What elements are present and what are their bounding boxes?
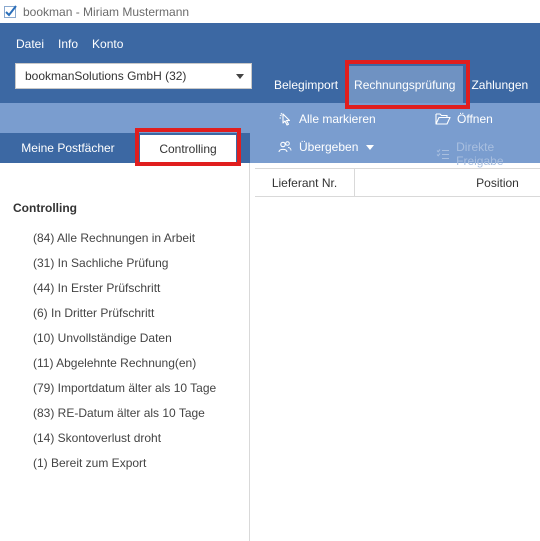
folder-item-alle-rechnungen[interactable]: (84) Alle Rechnungen in Arbeit [33,230,216,255]
direct-release-button[interactable]: Direkte Freigabe [435,140,540,168]
select-all-button[interactable]: Alle markieren [277,112,376,126]
folder-open-icon [435,112,451,126]
menu-datei[interactable]: Datei [16,37,44,51]
tab-meine-postfaecher-label: Meine Postfächer [21,141,115,155]
main-tabs: Belegimport Rechnungsprüfung Zahlungen [266,66,536,103]
column-header-lieferant[interactable]: Lieferant Nr. [255,169,355,196]
menu-bar: Datei Info Konto [16,37,137,51]
checklist-icon [435,147,450,161]
grid-header: Lieferant Nr. Position [255,168,540,197]
open-label: Öffnen [457,112,493,126]
invoice-grid: Lieferant Nr. Position [255,168,540,541]
title-bar: bookman - Miriam Mustermann [0,0,540,23]
tab-belegimport-label: Belegimport [274,77,339,92]
tab-belegimport[interactable]: Belegimport [266,66,346,103]
column-header-lieferant-label: Lieferant Nr. [271,175,338,190]
company-dropdown-value: bookmanSolutions GmbH (32) [25,69,187,83]
direct-release-label: Direkte Freigabe [456,140,504,168]
column-header-position-label: Position [476,175,519,190]
chevron-down-icon [366,144,375,150]
folder-item-sachliche-pruefung[interactable]: (31) In Sachliche Prüfung [33,255,216,280]
open-button[interactable]: Öffnen [435,112,493,126]
bookman-app-window: bookman - Miriam Mustermann Datei Info K… [0,0,540,541]
left-panel-tabs: Meine Postfächer Controlling [0,133,250,163]
window-title: bookman - Miriam Mustermann [23,4,190,19]
app-header: Datei Info Konto bookmanSolutions GmbH (… [0,23,540,103]
checkmark-logo-icon [4,5,17,18]
tab-rechnungspruefung-label: Rechnungsprüfung [354,77,456,92]
handover-button[interactable]: Übergeben [277,140,375,154]
controlling-folder-list: (84) Alle Rechnungen in Arbeit (31) In S… [33,230,216,480]
menu-konto[interactable]: Konto [92,37,123,51]
folder-item-re-datum[interactable]: (83) RE-Datum älter als 10 Tage [33,405,216,430]
folder-item-dritter-pruefschritt[interactable]: (6) In Dritter Prüfschritt [33,305,216,330]
tab-zahlungen-label: Zahlungen [471,77,529,92]
users-icon [277,140,293,154]
chevron-down-icon [236,73,244,79]
folder-item-unvollstaendige-daten[interactable]: (10) Unvollständige Daten [33,330,216,355]
handover-label: Übergeben [299,140,359,154]
folder-item-importdatum[interactable]: (79) Importdatum älter als 10 Tage [33,380,216,405]
tab-controlling-label: Controlling [159,142,217,156]
folder-item-abgelehnte-rechnungen[interactable]: (11) Abgelehnte Rechnung(en) [33,355,216,380]
folder-item-erster-pruefschritt[interactable]: (44) In Erster Prüfschritt [33,280,216,305]
folder-item-skontoverlust[interactable]: (14) Skontoverlust droht [33,430,216,455]
column-header-position[interactable]: Position [355,169,540,196]
menu-info[interactable]: Info [58,37,78,51]
tab-zahlungen[interactable]: Zahlungen [463,66,536,103]
panel-heading: Controlling [13,201,77,215]
tab-rechnungspruefung[interactable]: Rechnungsprüfung [346,66,464,103]
controlling-panel: Controlling (84) Alle Rechnungen in Arbe… [0,163,250,541]
cursor-click-icon [277,112,293,126]
tab-controlling[interactable]: Controlling [140,135,236,163]
folder-item-bereit-zum-export[interactable]: (1) Bereit zum Export [33,455,216,480]
company-dropdown[interactable]: bookmanSolutions GmbH (32) [15,63,252,89]
tab-meine-postfaecher[interactable]: Meine Postfächer [0,133,136,163]
select-all-label: Alle markieren [299,112,376,126]
